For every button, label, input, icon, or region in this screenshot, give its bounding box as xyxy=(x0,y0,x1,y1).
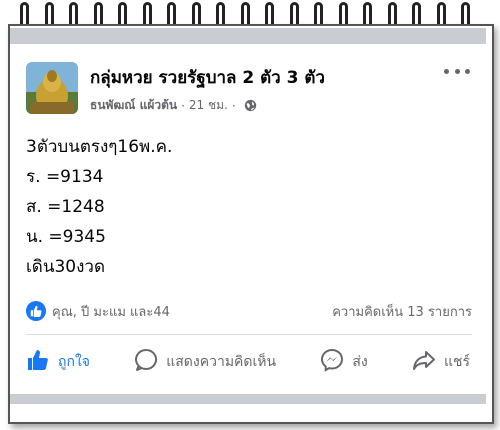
post-body-line: เดิน30งวด xyxy=(26,257,105,277)
reactions-summary[interactable]: คุณ, ปี มะแม และ44 xyxy=(26,301,170,322)
share-button[interactable]: แชร์ xyxy=(404,344,478,380)
binder-ring xyxy=(44,2,54,28)
share-label: แชร์ xyxy=(443,354,470,370)
send-label: ส่ง xyxy=(352,354,368,370)
binder-ring xyxy=(118,2,127,28)
separator-dot: · xyxy=(181,98,185,113)
comment-label: แสดงความคิดเห็น xyxy=(166,354,277,370)
like-reaction-icon xyxy=(26,301,46,321)
binder-ring xyxy=(20,2,29,28)
binder-ring xyxy=(436,2,446,28)
binder-ring xyxy=(142,2,152,28)
post-body-line: น. =9345 xyxy=(26,227,106,247)
messenger-icon xyxy=(320,348,352,376)
reactions-text: คุณ, ปี มะแม และ44 xyxy=(52,304,170,320)
top-strip xyxy=(10,28,486,44)
separator-dot: · xyxy=(231,98,236,113)
share-icon xyxy=(412,348,444,376)
group-name[interactable]: กลุ่มหวย รวยรัฐบาล 2 ตัว 3 ตัว xyxy=(90,64,325,91)
binder-ring xyxy=(216,2,225,28)
post-body-line: ร. =9134 xyxy=(26,167,104,187)
post-body-line: 3ตัวบนตรงๆ16พ.ค. xyxy=(26,137,173,157)
comment-icon xyxy=(134,348,166,376)
reactions-row: คุณ, ปี มะแม และ44 ความคิดเห็น 13 รายการ xyxy=(26,299,472,323)
binder-ring xyxy=(461,2,470,28)
binder-ring xyxy=(69,2,78,28)
binder-ring xyxy=(412,2,421,28)
binder-ring xyxy=(265,2,274,28)
post-body-line: ส. =1248 xyxy=(26,197,105,217)
send-button[interactable]: ส่ง xyxy=(312,344,375,380)
binder-ring xyxy=(363,2,372,28)
post-time[interactable]: 21 ชม. xyxy=(189,96,228,115)
like-button[interactable]: ถูกใจ xyxy=(18,344,98,380)
action-bar: ถูกใจ แสดงความคิดเห็น ส่ง แชร์ xyxy=(18,342,478,382)
like-label: ถูกใจ xyxy=(58,354,90,370)
binder-ring xyxy=(167,2,176,28)
facebook-post: กลุ่มหวย รวยรัฐบาล 2 ตัว 3 ตัว ธนพัฒณ์ แ… xyxy=(10,44,486,394)
comments-count[interactable]: ความคิดเห็น 13 รายการ xyxy=(332,301,472,322)
binder-ring xyxy=(387,2,397,28)
post-body: 3ตัวบนตรงๆ16พ.ค. ร. =9134 ส. =1248 น. =9… xyxy=(26,132,172,282)
more-icon[interactable] xyxy=(444,66,470,76)
divider xyxy=(26,334,472,335)
comment-button[interactable]: แสดงความคิดเห็น xyxy=(126,344,284,380)
binder-ring xyxy=(314,2,323,28)
binder-ring xyxy=(338,2,348,28)
binder-ring xyxy=(191,2,201,28)
like-icon xyxy=(26,348,58,376)
binder-ring xyxy=(240,2,250,28)
bottom-strip xyxy=(10,394,486,404)
author-name[interactable]: ธนพัฒณ์ แผ้วต้น xyxy=(90,96,177,115)
binder-ring xyxy=(289,2,299,28)
globe-icon xyxy=(244,99,257,112)
post-meta: ธนพัฒณ์ แผ้วต้น · 21 ชม. · xyxy=(90,96,257,115)
group-avatar[interactable] xyxy=(26,62,78,114)
binder-ring xyxy=(93,2,103,28)
